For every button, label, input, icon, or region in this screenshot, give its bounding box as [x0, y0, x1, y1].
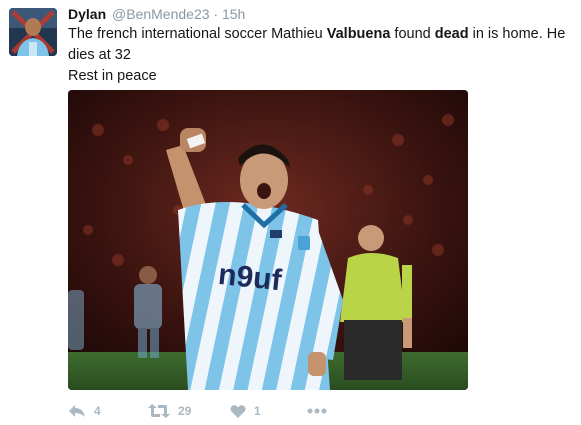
separator-dot: · [213, 6, 219, 22]
photo-illustration: n9uf [68, 90, 468, 390]
like-count: 1 [254, 404, 261, 418]
reply-button[interactable]: 4 [68, 402, 101, 420]
tweet-text-bold: dead [434, 26, 469, 42]
avatar-image [9, 8, 57, 56]
retweet-count: 29 [178, 404, 192, 418]
tweet-header: Dylan @BenMende23 · 15h [68, 5, 245, 23]
retweet-button[interactable]: 29 [148, 402, 191, 420]
tweet-text-part: The french international soccer Mathieu [68, 26, 327, 42]
tweet-photo[interactable]: n9uf [68, 90, 468, 390]
timestamp[interactable]: 15h [222, 6, 245, 22]
shirt-sponsor-text: n9uf [217, 258, 284, 298]
more-button[interactable] [307, 402, 327, 420]
heart-icon [230, 404, 246, 418]
tweet: Dylan @BenMende23 · 15h The french inter… [0, 0, 581, 425]
avatar[interactable] [9, 8, 57, 56]
tweet-text-part: found [390, 26, 435, 42]
more-icon [307, 408, 327, 414]
like-button[interactable]: 1 [230, 402, 261, 420]
retweet-icon [148, 404, 170, 418]
reply-icon [69, 405, 85, 417]
reply-count: 4 [94, 404, 101, 418]
tweet-text: The french international soccer Mathieu … [68, 24, 573, 87]
tweet-text-bold: Valbuena [326, 26, 391, 42]
display-name[interactable]: Dylan [68, 6, 106, 22]
tweet-text-line: Rest in peace [68, 68, 157, 84]
user-handle[interactable]: @BenMende23 [112, 6, 210, 22]
